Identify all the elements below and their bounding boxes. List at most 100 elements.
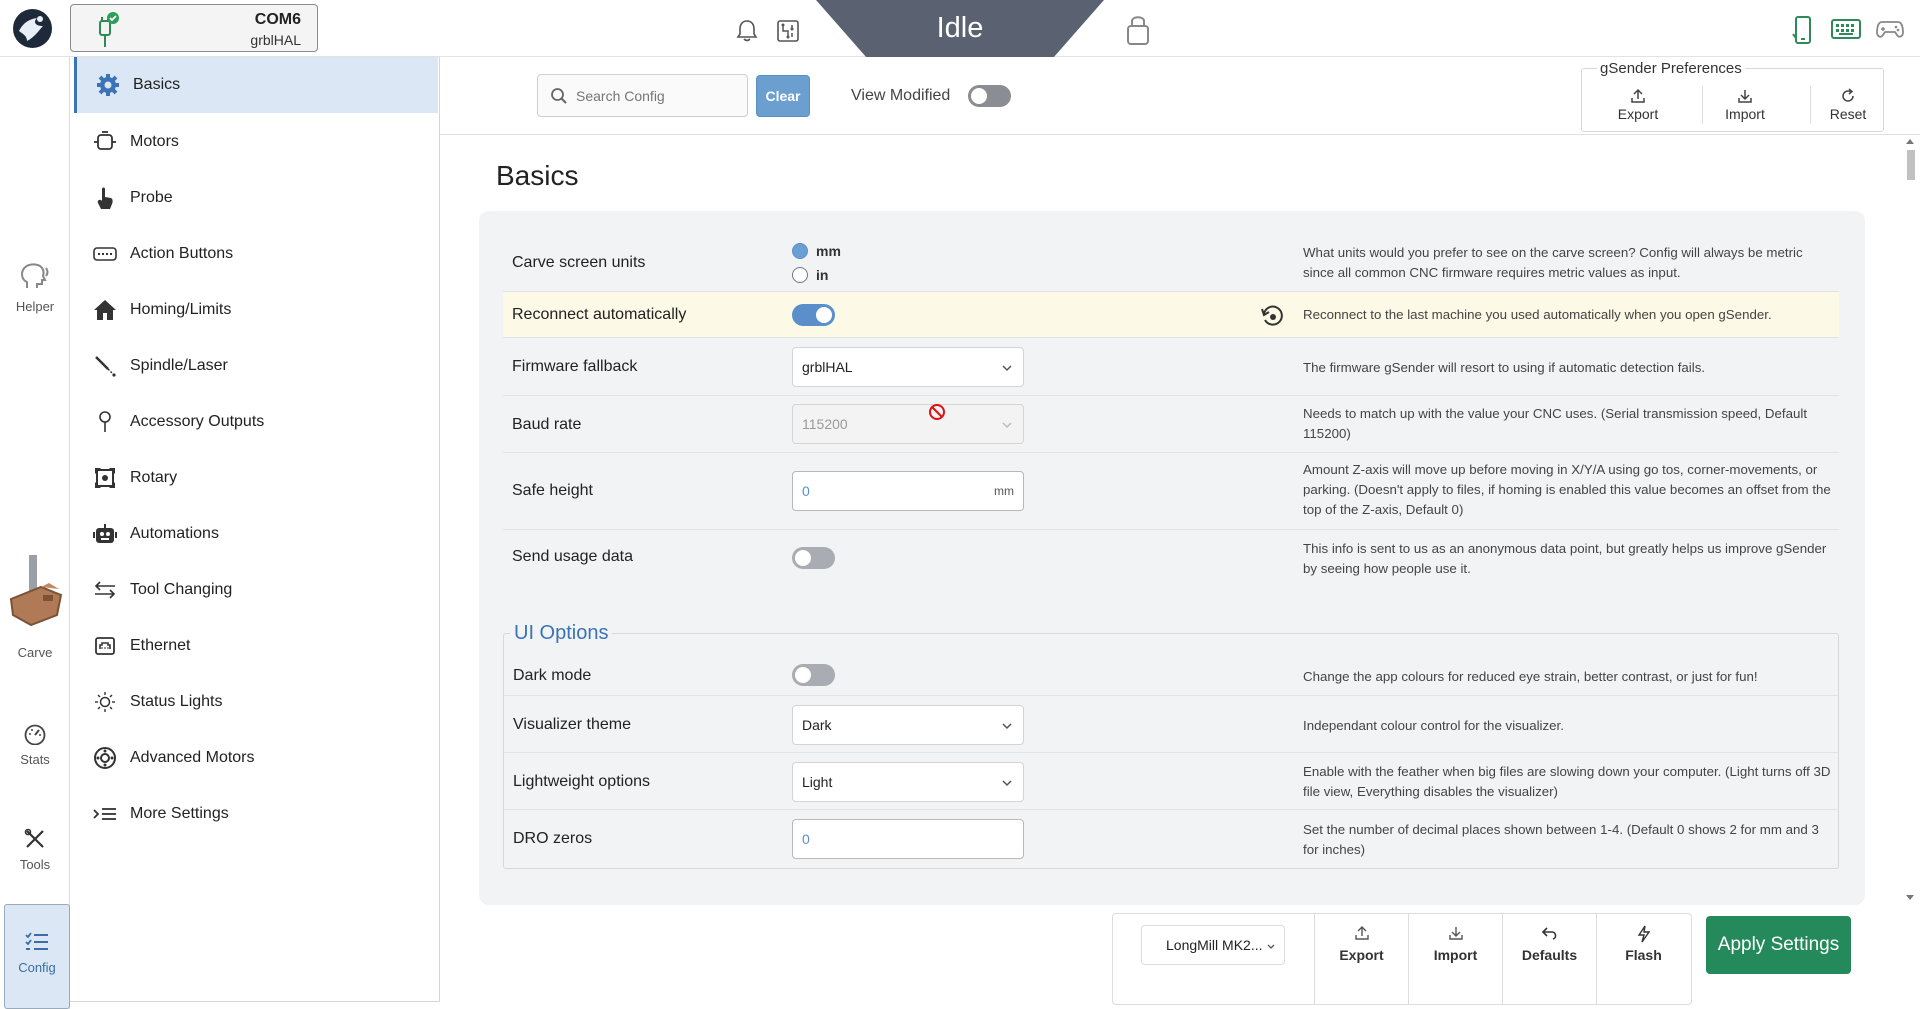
- bell-icon[interactable]: [736, 19, 758, 48]
- defaults-button[interactable]: Defaults: [1502, 913, 1596, 1005]
- nav-carve[interactable]: Carve: [0, 553, 70, 660]
- category-ethernet[interactable]: Ethernet: [74, 618, 438, 674]
- scrollbar-thumb[interactable]: [1907, 150, 1915, 180]
- lightweight-options-select[interactable]: Light: [792, 762, 1024, 802]
- config-list-icon: [24, 932, 50, 956]
- chevron-down-icon: [1001, 418, 1013, 434]
- select-value: 115200: [802, 416, 848, 432]
- view-modified-label: View Modified: [851, 87, 951, 104]
- baud-rate-select: 115200: [792, 404, 1024, 444]
- content-scrollbar[interactable]: [1904, 138, 1916, 903]
- setting-description: Set the number of decimal places shown b…: [1303, 822, 1819, 857]
- machine-profile-select[interactable]: LongMill MK2...: [1141, 925, 1285, 965]
- swap-arrows-icon: [92, 581, 118, 599]
- prefs-import-button[interactable]: Import: [1705, 88, 1785, 122]
- setting-description: This info is sent to us as an anonymous …: [1303, 541, 1827, 576]
- ethernet-icon: [92, 635, 118, 657]
- category-tool-changing[interactable]: Tool Changing: [74, 562, 438, 618]
- reconnect-toggle[interactable]: [792, 304, 835, 326]
- setting-row-usage-data: Send usage data This info is sent to us …: [503, 530, 1839, 589]
- refresh-icon: [1808, 88, 1888, 106]
- setting-row-dro-zeros: DRO zeros Set the number of decimal plac…: [504, 810, 1838, 868]
- category-spindle-laser[interactable]: Spindle/Laser: [74, 338, 438, 394]
- units-in-label: in: [816, 267, 829, 283]
- upload-icon: [1598, 88, 1678, 106]
- nav-helper[interactable]: Helper: [0, 262, 70, 314]
- setting-row-firmware-fallback: Firmware fallback The firmware gSender w…: [503, 338, 1839, 396]
- units-mm-label: mm: [816, 243, 841, 259]
- not-allowed-icon: [928, 403, 946, 426]
- clear-search-button[interactable]: Clear: [756, 75, 810, 117]
- firmware-fallback-select[interactable]: grblHAL: [792, 347, 1024, 387]
- prefs-export-label: Export: [1617, 106, 1659, 122]
- category-rotary[interactable]: Rotary: [74, 450, 438, 506]
- search-config-input[interactable]: [576, 75, 741, 116]
- nav-tools-label: Tools: [19, 857, 51, 872]
- apply-settings-button[interactable]: Apply Settings: [1706, 916, 1851, 974]
- prefs-export-button[interactable]: Export: [1598, 88, 1678, 122]
- export-settings-button[interactable]: Export: [1314, 913, 1408, 1005]
- setting-description: Change the app colours for reduced eye s…: [1303, 669, 1758, 684]
- import-label: Import: [1433, 947, 1478, 963]
- page-title: Basics: [496, 160, 579, 191]
- category-label: Probe: [130, 189, 173, 206]
- lock-icon[interactable]: [1126, 12, 1150, 51]
- setting-row-dark-mode: Dark mode Change the app colours for red…: [504, 656, 1838, 696]
- carve-router-icon: [5, 555, 65, 641]
- category-motors[interactable]: Motors: [74, 114, 438, 170]
- connection-button[interactable]: COM6 grblHAL: [70, 4, 318, 52]
- category-accessory-outputs[interactable]: Accessory Outputs: [74, 394, 438, 450]
- setting-description: Amount Z-axis will move up before moving…: [1303, 462, 1831, 517]
- units-in-radio[interactable]: [792, 267, 808, 283]
- visualizer-theme-select[interactable]: Dark: [792, 705, 1024, 745]
- rotary-icon: [92, 466, 118, 490]
- category-probe[interactable]: Probe: [74, 170, 438, 226]
- category-advanced-motors[interactable]: Advanced Motors: [74, 730, 438, 786]
- category-homing-limits[interactable]: Homing/Limits: [74, 282, 438, 338]
- nav-config[interactable]: Config: [4, 904, 70, 1009]
- units-mm-radio[interactable]: [792, 243, 808, 259]
- dark-mode-toggle[interactable]: [792, 664, 835, 686]
- mobile-phone-icon[interactable]: [1792, 16, 1814, 49]
- category-basics[interactable]: Basics: [74, 57, 438, 113]
- setting-label: DRO zeros: [513, 830, 593, 847]
- setting-label: Visualizer theme: [513, 716, 631, 733]
- setting-label: Carve screen units: [512, 254, 646, 271]
- usage-data-toggle[interactable]: [792, 547, 835, 569]
- input-unit: mm: [994, 484, 1014, 498]
- nav-tools[interactable]: Tools: [0, 828, 70, 872]
- chevron-down-icon: [1266, 939, 1276, 955]
- safe-height-input[interactable]: 0 mm: [792, 471, 1024, 511]
- firmware-name: grblHAL: [250, 32, 301, 48]
- app-logo-icon: [13, 9, 52, 48]
- circuit-board-icon[interactable]: [776, 19, 800, 48]
- view-modified-toggle[interactable]: [968, 85, 1011, 107]
- setting-label: Send usage data: [512, 548, 633, 565]
- category-status-lights[interactable]: Status Lights: [74, 674, 438, 730]
- gamepad-icon[interactable]: [1876, 18, 1904, 45]
- category-automations[interactable]: Automations: [74, 506, 438, 562]
- setting-row-reconnect: Reconnect automatically Reconnect to the…: [503, 292, 1839, 338]
- prefs-reset-button[interactable]: Reset: [1808, 88, 1888, 122]
- setting-label: Firmware fallback: [512, 358, 638, 375]
- hand-pointer-icon: [92, 186, 118, 210]
- dro-zeros-input[interactable]: 0: [792, 819, 1024, 859]
- category-label: Motors: [130, 133, 179, 150]
- select-value: grblHAL: [802, 359, 853, 375]
- reset-to-default-icon[interactable]: [1260, 304, 1284, 333]
- category-action-buttons[interactable]: Action Buttons: [74, 226, 438, 282]
- keyboard-icon[interactable]: [1831, 18, 1861, 45]
- import-settings-button[interactable]: Import: [1408, 913, 1502, 1005]
- prefs-separator: [1702, 86, 1703, 124]
- nav-helper-label: Helper: [15, 299, 55, 314]
- nav-stats[interactable]: Stats: [0, 723, 70, 767]
- setting-description: Enable with the feather when big files a…: [1303, 764, 1831, 799]
- setting-row-lightweight-options: Lightweight options Enable with the feat…: [504, 753, 1838, 810]
- category-label: Ethernet: [130, 637, 191, 654]
- export-label: Export: [1339, 947, 1384, 963]
- category-more-settings[interactable]: More Settings: [74, 786, 438, 842]
- robot-icon: [92, 523, 118, 545]
- flash-button[interactable]: Flash: [1596, 913, 1690, 1005]
- upload-icon: [1315, 925, 1408, 947]
- setting-label: Reconnect automatically: [512, 306, 687, 323]
